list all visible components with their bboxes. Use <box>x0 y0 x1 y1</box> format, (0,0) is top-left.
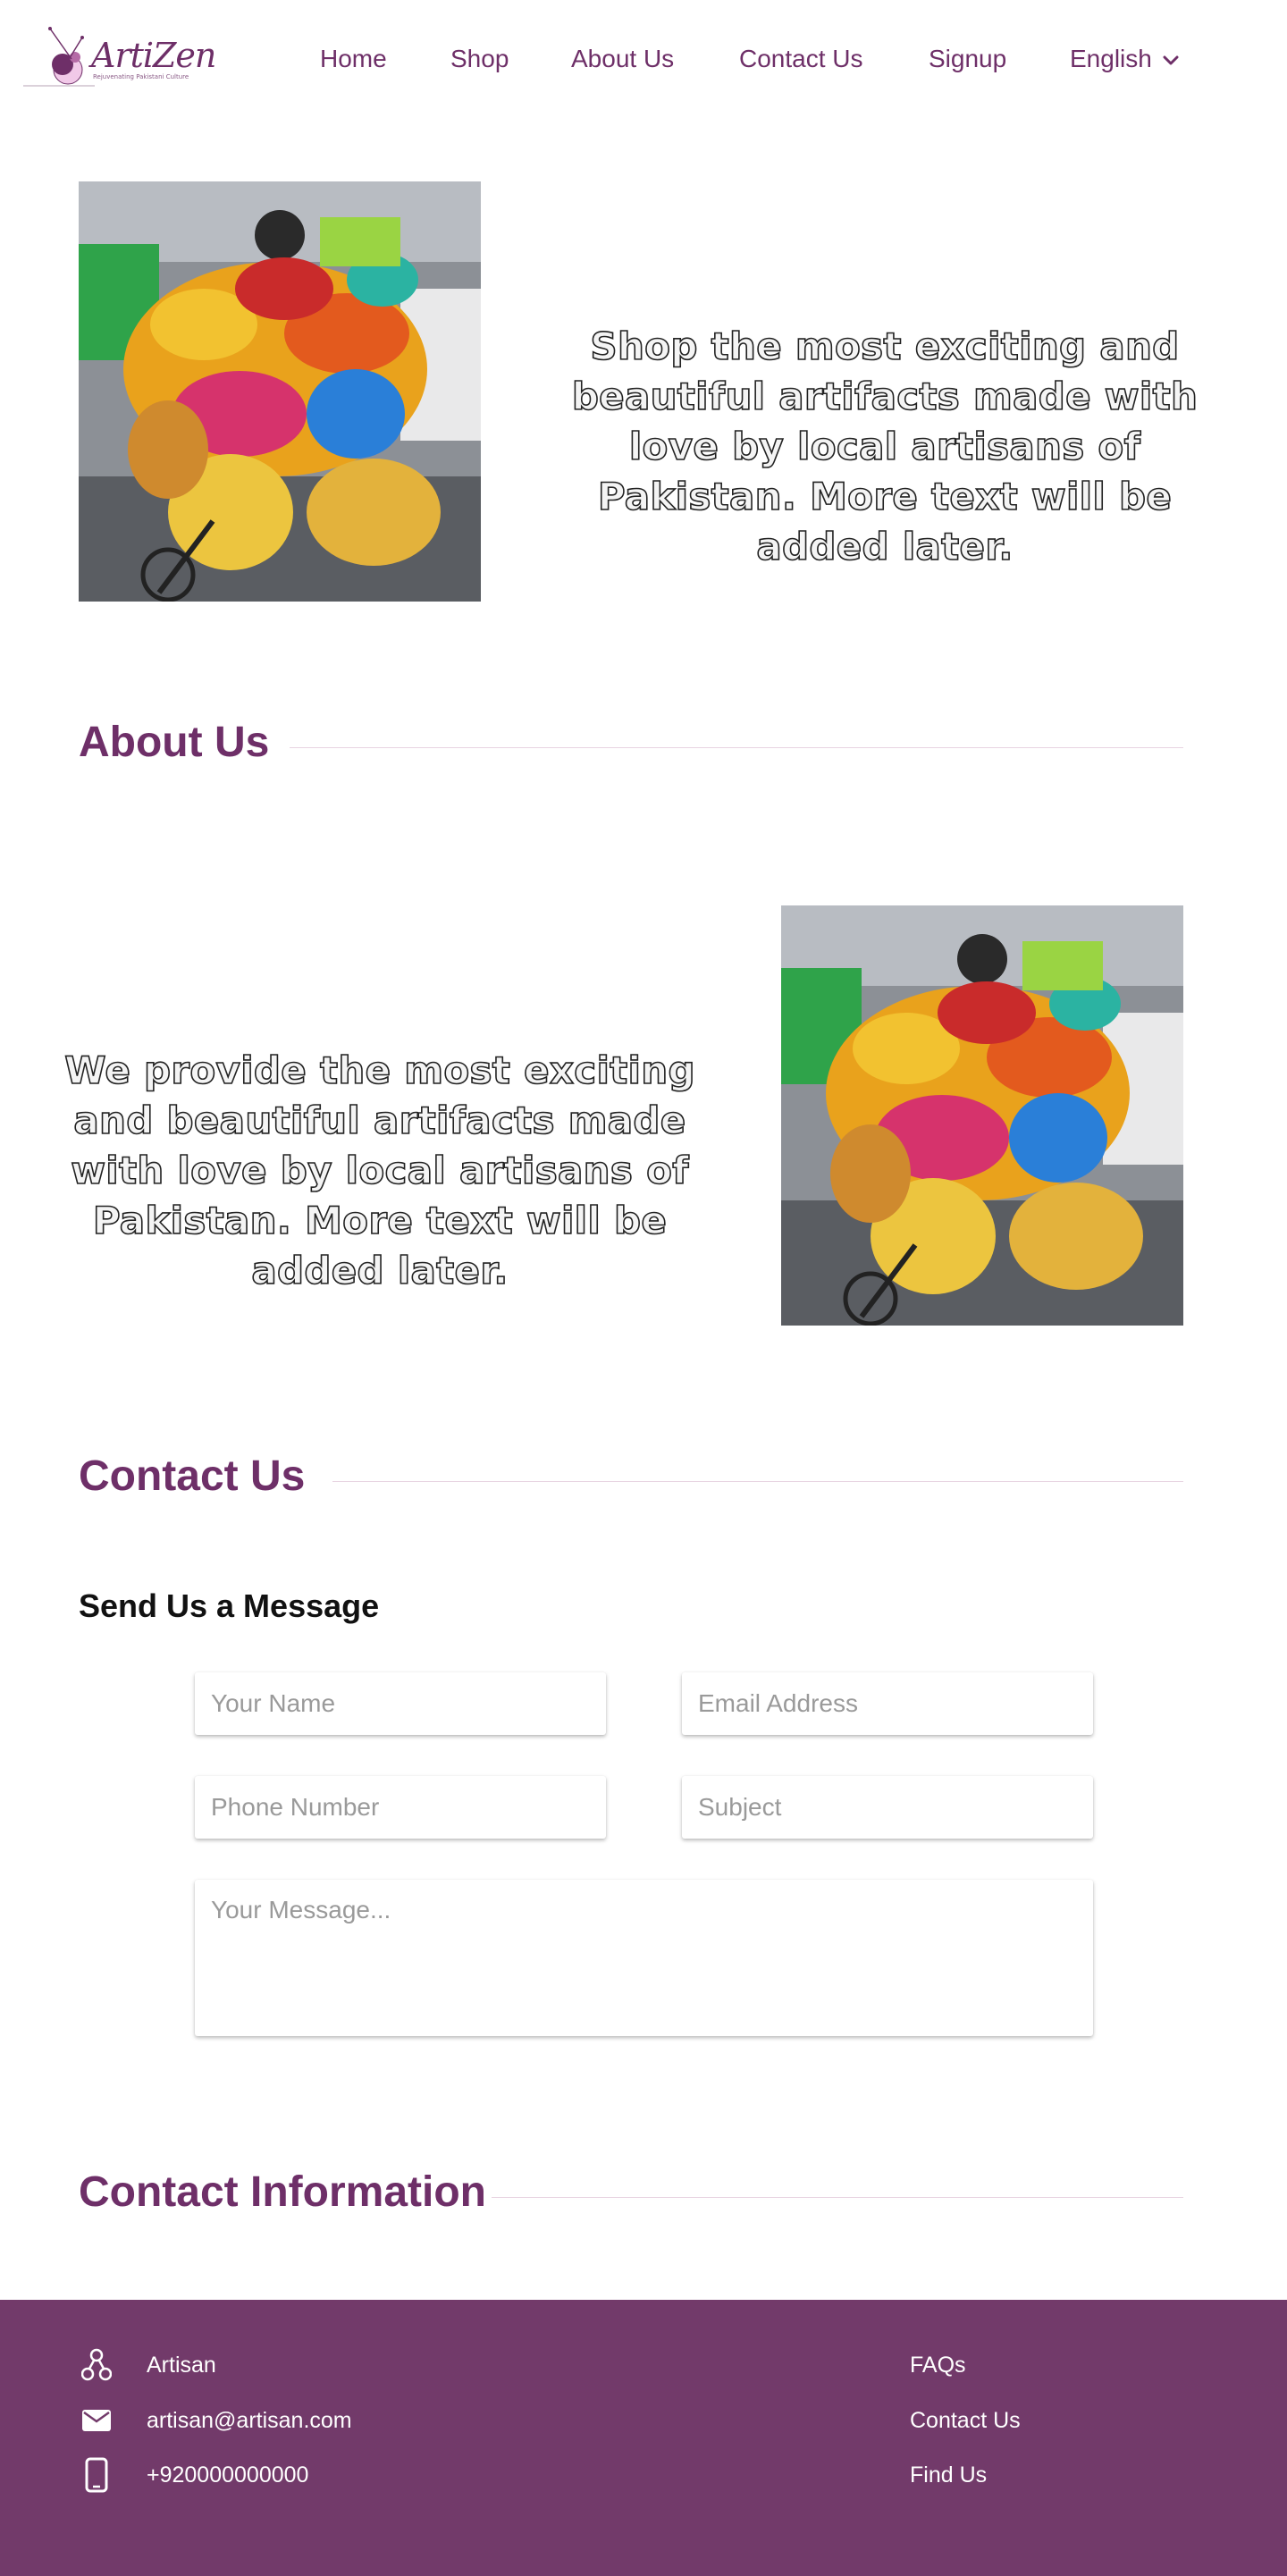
about-us-title: About Us <box>79 719 270 766</box>
nav-about-us[interactable]: About Us <box>571 45 674 73</box>
about-artifacts-image <box>781 905 1183 1326</box>
about-section-heading: About Us <box>79 718 1183 771</box>
contact-info-section-heading: Contact Information <box>79 2168 1183 2221</box>
nav-contact-us[interactable]: Contact Us <box>739 45 863 73</box>
footer: Artisan artisan@artisan.com +92000000000… <box>0 2300 1287 2576</box>
send-message-heading: Send Us a Message <box>79 1587 380 1624</box>
nav-signup[interactable]: Signup <box>929 45 1006 73</box>
footer-phone-text[interactable]: +920000000000 <box>147 2462 308 2488</box>
phone-field[interactable] <box>195 1776 606 1839</box>
contact-info-divider <box>492 2197 1183 2198</box>
footer-link-contact-us[interactable]: Contact Us <box>910 2408 1021 2434</box>
contact-divider <box>332 1481 1183 1482</box>
about-description: We provide the most exciting and beautif… <box>63 1048 695 1293</box>
language-select[interactable]: English <box>1070 45 1179 73</box>
hero-artifacts-image <box>79 181 481 602</box>
language-label: English <box>1070 45 1152 72</box>
mail-icon <box>79 2403 114 2438</box>
nav-home[interactable]: Home <box>320 45 387 73</box>
about-divider <box>290 747 1183 748</box>
footer-artisan-text: Artisan <box>147 2352 216 2378</box>
footer-item-phone: +920000000000 <box>79 2457 308 2493</box>
hero-tagline: Shop the most exciting and beautiful art… <box>571 324 1199 569</box>
baskets-photo <box>781 905 1183 1326</box>
chevron-down-icon <box>1163 55 1179 65</box>
phone-icon <box>79 2457 114 2493</box>
contact-us-title: Contact Us <box>79 1452 306 1500</box>
footer-item-email: artisan@artisan.com <box>79 2403 352 2438</box>
navbar: ArtiZen Rejuvenating Pakistani Culture H… <box>0 0 1287 125</box>
footer-link-find-us[interactable]: Find Us <box>910 2462 987 2488</box>
email-field[interactable] <box>682 1672 1093 1735</box>
footer-link-faqs[interactable]: FAQs <box>910 2353 966 2378</box>
nav-shop[interactable]: Shop <box>450 45 509 73</box>
footer-item-artisan: Artisan <box>79 2347 216 2383</box>
artisan-icon <box>79 2347 114 2383</box>
footer-email-text[interactable]: artisan@artisan.com <box>147 2408 352 2434</box>
subject-field[interactable] <box>682 1776 1093 1839</box>
name-field[interactable] <box>195 1672 606 1735</box>
contact-information-title: Contact Information <box>79 2168 486 2216</box>
contact-section-heading: Contact Us <box>79 1452 1183 1505</box>
main-nav: Home Shop About Us Contact Us Signup Eng… <box>0 45 1287 80</box>
baskets-photo <box>79 181 481 602</box>
message-field[interactable] <box>195 1880 1093 2036</box>
